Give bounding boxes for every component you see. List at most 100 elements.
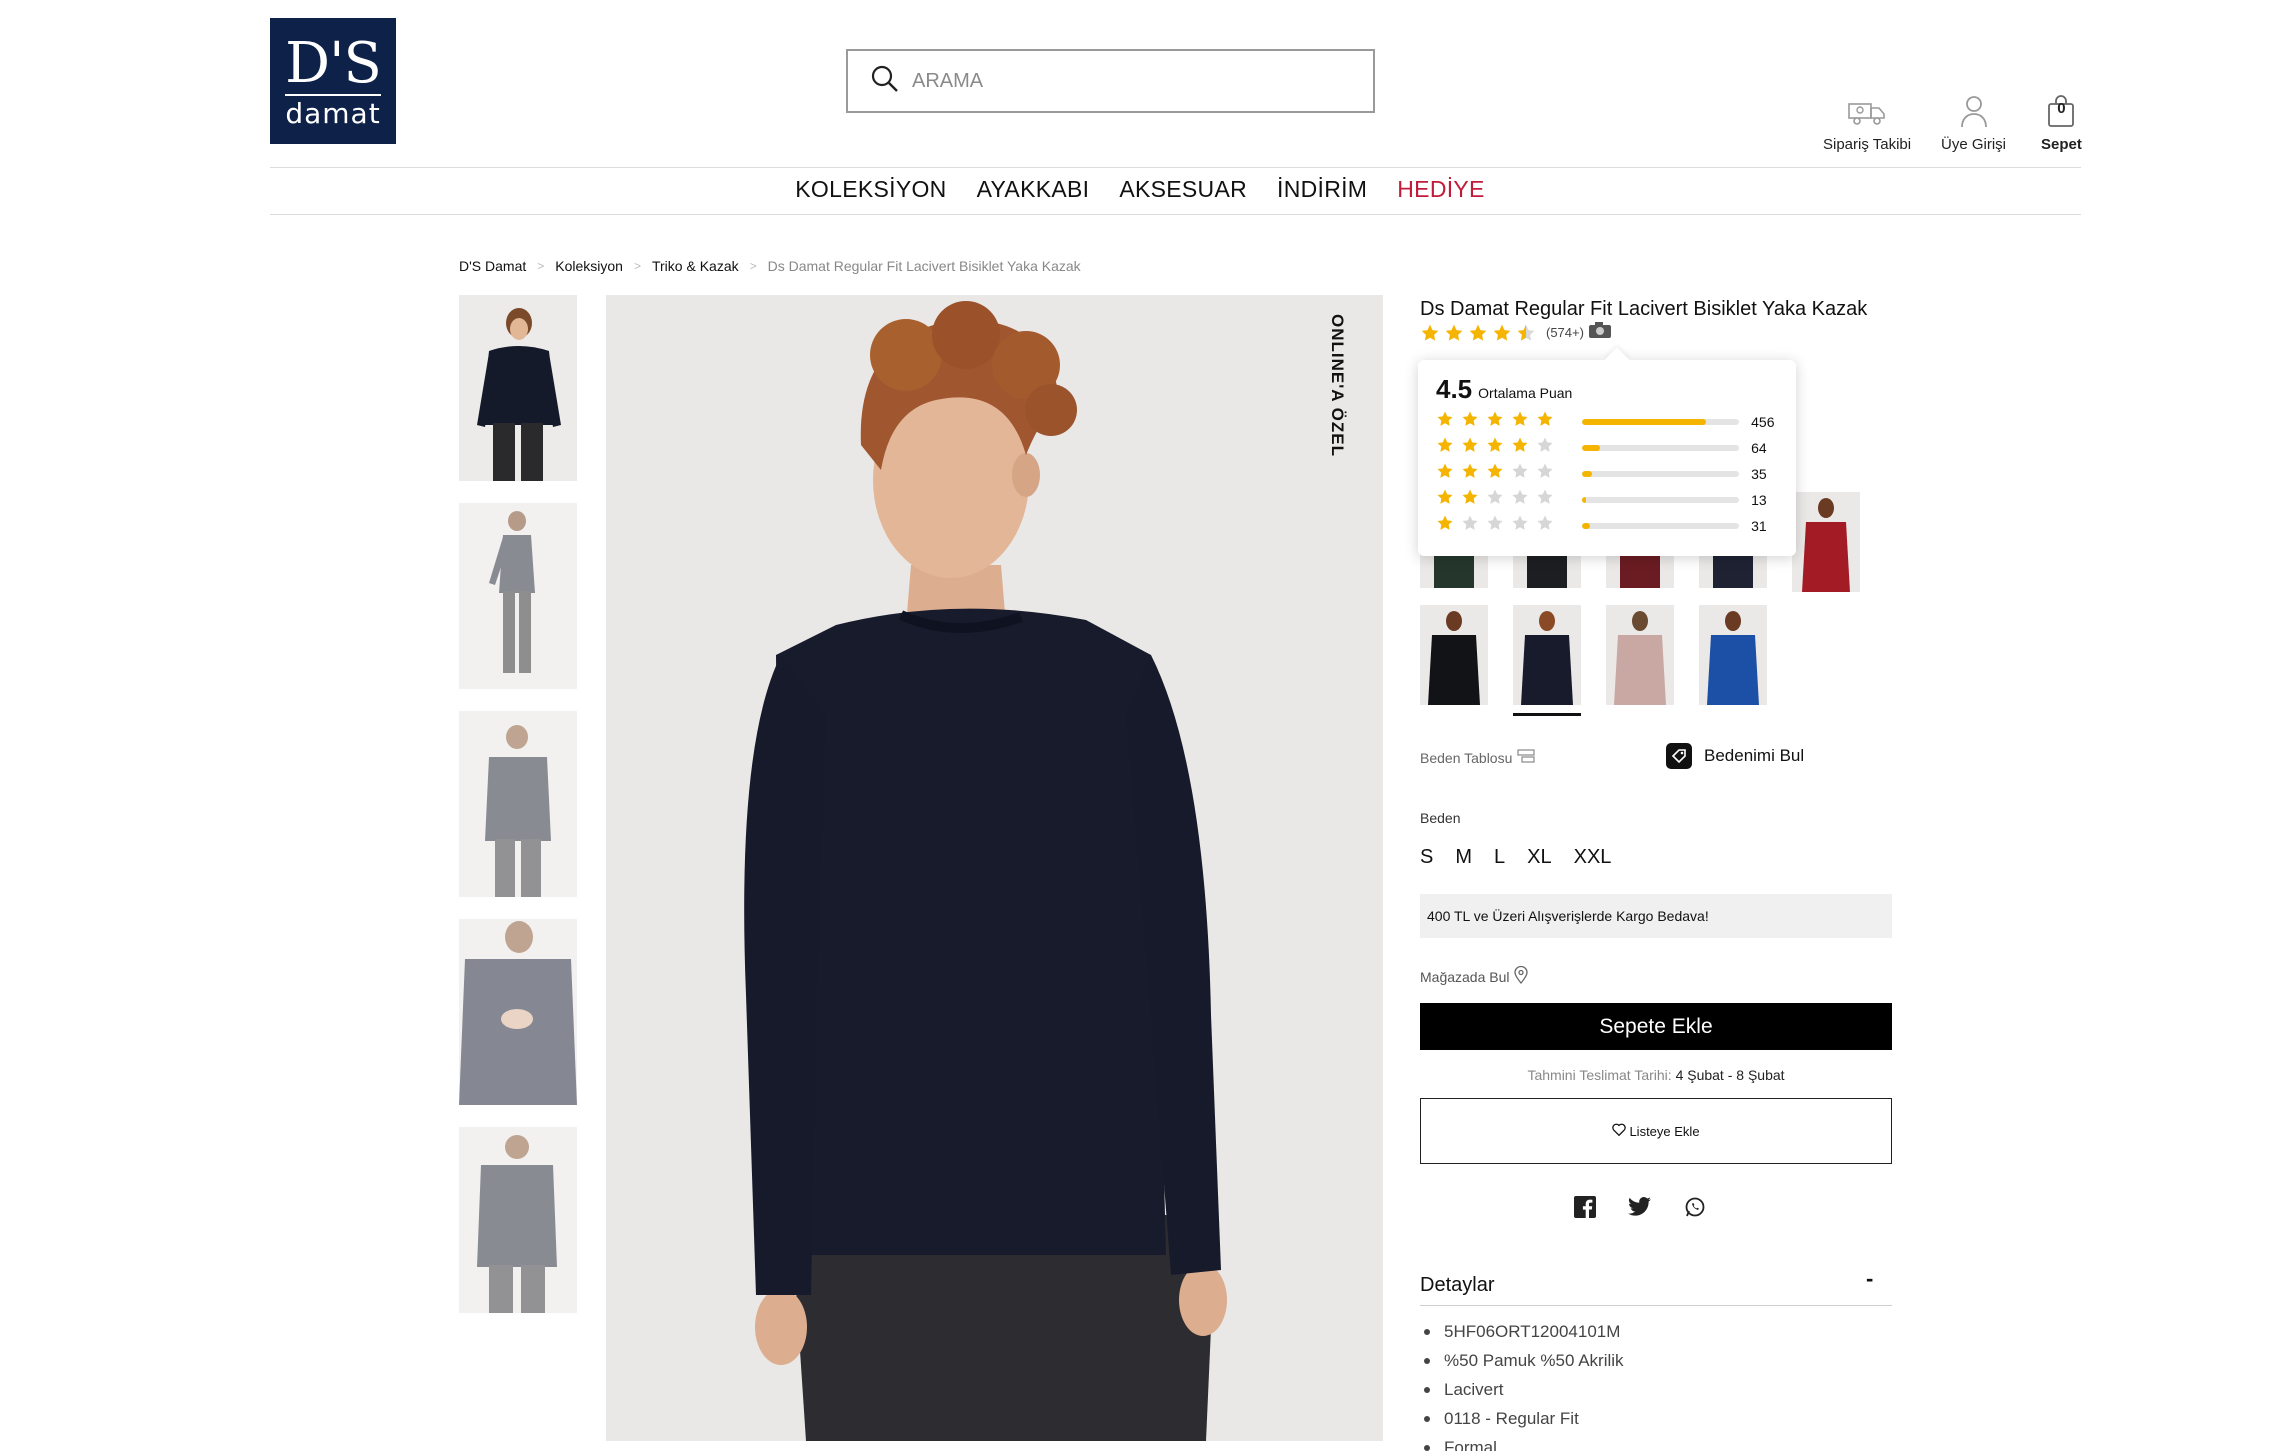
size-chart-link[interactable]: Beden Tablosu	[1420, 749, 1535, 766]
camera-icon[interactable]	[1588, 321, 1612, 344]
cart-link[interactable]: 0 Sepet	[2041, 88, 2082, 153]
thumbnail-front[interactable]	[459, 295, 577, 481]
star-empty-icon	[1536, 462, 1554, 485]
search-box[interactable]	[846, 49, 1375, 113]
rating-row-5-stars[interactable]: 456	[1436, 409, 1778, 434]
find-my-size-button[interactable]: Bedenimi Bul	[1666, 743, 1804, 769]
star-filled-icon	[1461, 488, 1479, 511]
tag-icon	[1666, 743, 1692, 769]
breadcrumb: D'S Damat > Koleksiyon > Triko & Kazak >…	[459, 258, 1081, 274]
nav-item-aksesuar[interactable]: AKSESUAR	[1119, 176, 1247, 203]
rating-row-stars	[1436, 514, 1568, 537]
login-link[interactable]: Üye Girişi	[1941, 88, 2006, 153]
star-empty-icon	[1536, 488, 1554, 511]
heart-icon	[1612, 1123, 1627, 1139]
details-divider	[1420, 1305, 1892, 1306]
login-label: Üye Girişi	[1941, 136, 2007, 153]
breadcrumb-separator: >	[537, 259, 545, 273]
twitter-icon[interactable]	[1628, 1196, 1652, 1223]
find-my-size-label: Bedenimi Bul	[1704, 746, 1805, 765]
thumbnail-back[interactable]	[459, 1127, 577, 1313]
header-divider	[270, 167, 2081, 168]
size-option-xxl[interactable]: XXL	[1574, 846, 1612, 869]
rating-row-bar	[1582, 496, 1740, 503]
rating-row-count: 35	[1751, 465, 1767, 482]
brand-logo[interactable]: D'S damat	[270, 18, 396, 144]
nav-item-ayakkabi[interactable]: AYAKKABI	[977, 176, 1090, 203]
rating-row-3-stars[interactable]: 35	[1436, 461, 1778, 486]
star-filled-icon	[1436, 410, 1454, 433]
average-score: 4.5	[1436, 374, 1473, 404]
nav-item-indirim[interactable]: İNDİRİM	[1277, 176, 1367, 203]
rating-row-bar	[1582, 470, 1740, 477]
product-title: Ds Damat Regular Fit Lacivert Bisiklet Y…	[1420, 298, 1868, 320]
rating-row-count: 31	[1751, 517, 1767, 534]
order-tracking-label: Sipariş Takibi	[1823, 136, 1912, 153]
location-pin-icon	[1513, 965, 1528, 987]
breadcrumb-item[interactable]: Koleksiyon	[555, 258, 623, 274]
detail-item-fit: 0118 - Regular Fit	[1424, 1404, 1624, 1433]
size-option-l[interactable]: L	[1494, 846, 1505, 869]
size-option-s[interactable]: S	[1420, 846, 1433, 869]
star-empty-icon	[1486, 514, 1504, 537]
add-to-cart-button[interactable]: Sepete Ekle	[1420, 1003, 1892, 1050]
color-swatch-blue[interactable]	[1699, 605, 1767, 705]
star-empty-icon	[1536, 436, 1554, 459]
detail-item-code: 5HF06ORT12004101M	[1424, 1317, 1624, 1346]
thumbnail-list	[459, 295, 577, 1335]
truck-icon	[1847, 88, 1887, 128]
rating-row-4-stars[interactable]: 64	[1436, 435, 1778, 460]
details-list: 5HF06ORT12004101M %50 Pamuk %50 Akrilik …	[1424, 1317, 1624, 1451]
color-swatch-black-2[interactable]	[1420, 605, 1488, 705]
star-filled-icon	[1536, 410, 1554, 433]
find-in-store-link[interactable]: Mağazada Bul	[1420, 965, 1528, 987]
selected-color-indicator	[1513, 713, 1581, 716]
breadcrumb-item[interactable]: Triko & Kazak	[652, 258, 739, 274]
rating-row-bar-fill	[1582, 418, 1707, 425]
thumbnail-detail[interactable]	[459, 919, 577, 1105]
star-filled-icon	[1436, 462, 1454, 485]
size-option-xl[interactable]: XL	[1527, 846, 1551, 869]
main-nav: KOLEKSİYON AYAKKABI AKSESUAR İNDİRİM HED…	[0, 176, 2280, 203]
logo-line1: D'S	[285, 31, 382, 96]
rating-row-2-stars[interactable]: 13	[1436, 487, 1778, 512]
bag-icon: 0	[2046, 88, 2076, 128]
breadcrumb-item[interactable]: D'S Damat	[459, 258, 526, 274]
delivery-range: 4 Şubat - 8 Şubat	[1675, 1067, 1785, 1083]
search-input[interactable]	[912, 69, 1332, 93]
rating-row-1-stars[interactable]: 31	[1436, 513, 1778, 538]
nav-divider	[270, 214, 2081, 215]
color-swatch-red[interactable]	[1792, 492, 1860, 592]
detail-item-style: Formal	[1424, 1433, 1624, 1451]
order-tracking-link[interactable]: Sipariş Takibi	[1823, 88, 1911, 153]
thumbnail-three-quarter[interactable]	[459, 711, 577, 897]
find-in-store-label: Mağazada Bul	[1420, 968, 1510, 985]
nav-item-hediye[interactable]: HEDİYE	[1397, 176, 1484, 203]
product-main-image[interactable]	[606, 295, 1383, 1441]
details-collapse-toggle[interactable]: -	[1866, 1266, 1873, 1292]
star-icon	[1492, 323, 1512, 343]
search-icon[interactable]	[870, 64, 900, 99]
size-option-m[interactable]: M	[1455, 846, 1472, 869]
nav-item-koleksiyon[interactable]: KOLEKSİYON	[795, 176, 946, 203]
product-rating[interactable]: (574+)	[1420, 321, 1612, 344]
star-icon	[1468, 323, 1488, 343]
color-swatch-pink[interactable]	[1606, 605, 1674, 705]
rating-row-bar-fill	[1582, 444, 1600, 451]
thumbnail-side[interactable]	[459, 503, 577, 689]
star-empty-icon	[1511, 488, 1529, 511]
online-exclusive-badge: ONLINE'A ÖZEL	[1328, 314, 1347, 457]
rating-row-bar	[1582, 444, 1740, 451]
star-filled-icon	[1461, 436, 1479, 459]
size-label: Beden	[1420, 810, 1461, 826]
details-title[interactable]: Detaylar	[1420, 1274, 1494, 1297]
color-swatch-navy-selected[interactable]	[1513, 605, 1581, 705]
star-filled-icon	[1486, 410, 1504, 433]
breadcrumb-separator: >	[749, 259, 757, 273]
star-filled-icon	[1461, 410, 1479, 433]
detail-item-material: %50 Pamuk %50 Akrilik	[1424, 1346, 1624, 1375]
star-filled-icon	[1486, 436, 1504, 459]
facebook-icon[interactable]	[1574, 1196, 1596, 1223]
whatsapp-icon[interactable]	[1684, 1196, 1706, 1223]
add-to-wishlist-button[interactable]: Listeye Ekle	[1420, 1098, 1892, 1164]
